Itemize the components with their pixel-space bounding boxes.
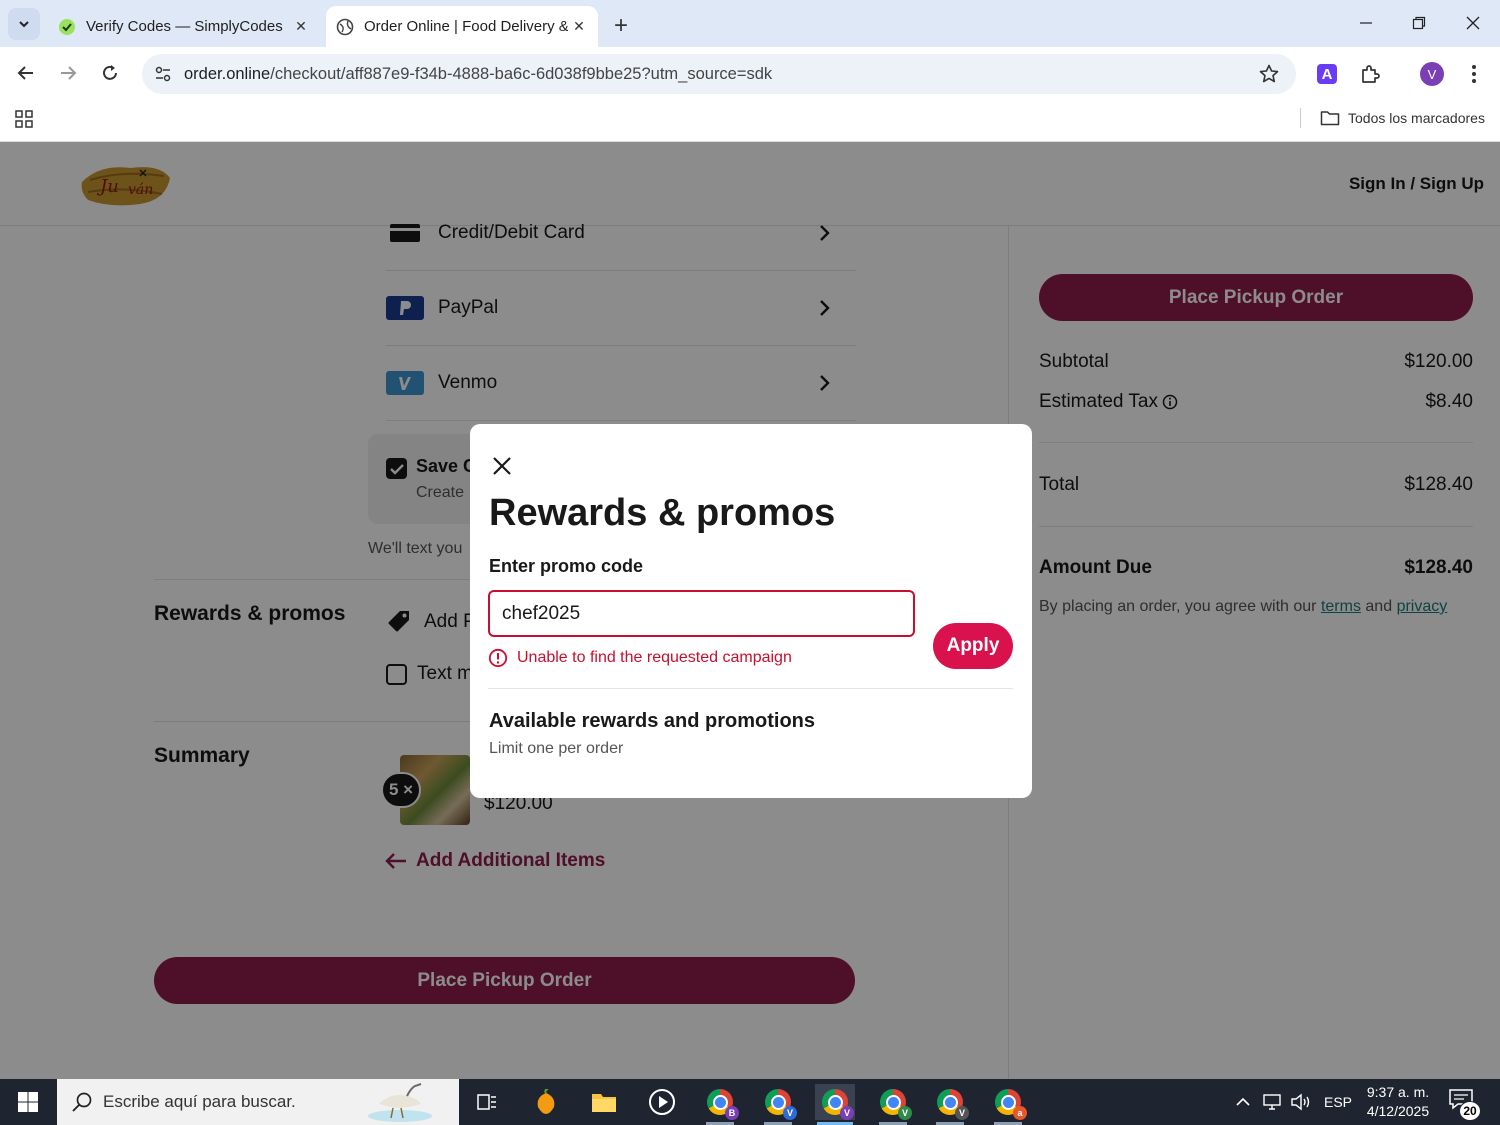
extension-a-icon: A xyxy=(1317,64,1337,84)
reload-icon xyxy=(103,65,117,80)
volume-button[interactable] xyxy=(1290,1079,1312,1125)
apply-promo-button[interactable]: Apply xyxy=(933,623,1013,669)
fruit-app-icon xyxy=(537,1089,555,1114)
tab-close-icon[interactable]: ✕ xyxy=(290,16,312,38)
taskbar-search-box[interactable]: Escribe aquí para buscar. xyxy=(57,1079,459,1125)
tab-title: Order Online | Food Delivery & xyxy=(364,18,568,35)
minimize-button[interactable] xyxy=(1346,8,1386,38)
browser-toolbar: order.online/checkout/aff887e9-f34b-4888… xyxy=(0,47,1500,97)
url-text: order.online/checkout/aff887e9-f34b-4888… xyxy=(184,64,773,83)
taskbar-chrome-profile-b[interactable]: B xyxy=(700,1084,740,1125)
simplycodes-favicon-icon xyxy=(58,18,76,36)
taskbar-chrome-profile-v1[interactable]: V xyxy=(758,1084,798,1125)
chrome-icon: V xyxy=(822,1089,854,1120)
all-bookmarks-button[interactable]: Todos los marcadores xyxy=(1320,107,1485,129)
taskbar-chrome-profile-v2[interactable]: V xyxy=(815,1084,855,1125)
tab-title: Verify Codes — SimplyCodes xyxy=(86,18,283,35)
dialog-close-button[interactable] xyxy=(488,452,516,480)
bookmark-star-icon[interactable] xyxy=(1258,63,1280,85)
extensions-button[interactable] xyxy=(1356,60,1384,88)
notification-count-badge: 20 xyxy=(1459,1101,1481,1121)
play-circle-icon xyxy=(649,1089,675,1115)
browser-tab-strip: Verify Codes — SimplyCodes ✕ Order Onlin… xyxy=(0,0,1500,47)
speaker-icon xyxy=(1291,1093,1310,1111)
reload-button[interactable] xyxy=(94,57,126,89)
clock-time: 9:37 a. m. xyxy=(1366,1084,1430,1100)
taskbar-search-placeholder: Escribe aquí para buscar. xyxy=(103,1092,296,1111)
new-tab-button[interactable]: + xyxy=(606,11,636,41)
tab-search-button[interactable] xyxy=(8,8,40,40)
restore-button[interactable] xyxy=(1399,8,1439,38)
kebab-menu-icon xyxy=(1472,65,1476,83)
clock-date: 4/12/2025 xyxy=(1366,1103,1430,1119)
promo-error-text: Unable to find the requested campaign xyxy=(517,649,792,666)
rewards-promos-dialog: Rewards & promos Enter promo code Apply … xyxy=(470,424,1032,798)
folder-icon xyxy=(1320,111,1340,126)
address-bar[interactable]: order.online/checkout/aff887e9-f34b-4888… xyxy=(142,54,1296,94)
puzzle-icon xyxy=(1362,65,1380,83)
tab-close-icon[interactable]: ✕ xyxy=(568,16,590,38)
tab-order-online[interactable]: Order Online | Food Delivery & ✕ xyxy=(326,6,598,47)
search-highlight-heron-icon xyxy=(368,1083,432,1122)
close-icon xyxy=(493,457,511,475)
all-bookmarks-label: Todos los marcadores xyxy=(1348,110,1485,126)
globe-icon xyxy=(336,18,354,36)
bookmarks-bar: Todos los marcadores xyxy=(0,97,1500,142)
error-icon xyxy=(488,648,508,668)
arrow-right-icon xyxy=(61,66,77,80)
bookmarks-divider xyxy=(1300,108,1301,128)
profile-button[interactable]: V xyxy=(1418,60,1446,88)
site-info-icon[interactable] xyxy=(152,63,174,85)
promo-code-label: Enter promo code xyxy=(489,556,644,576)
close-icon xyxy=(1466,16,1480,30)
taskbar-clock[interactable]: 9:37 a. m. 4/12/2025 xyxy=(1360,1083,1436,1121)
restore-icon xyxy=(1412,16,1426,30)
dialog-divider xyxy=(488,688,1013,689)
folder-icon xyxy=(592,1094,616,1112)
windows-logo-icon xyxy=(18,1092,38,1112)
start-button[interactable] xyxy=(0,1079,56,1125)
show-hidden-icons-button[interactable] xyxy=(1234,1079,1252,1125)
available-rewards-title: Available rewards and promotions xyxy=(489,710,816,732)
input-language-button[interactable]: ESP xyxy=(1324,1079,1352,1125)
chevron-down-icon xyxy=(19,21,29,28)
browser-menu-button[interactable] xyxy=(1460,60,1488,88)
chrome-icon: a xyxy=(995,1089,1027,1120)
network-icon xyxy=(1263,1094,1281,1110)
search-icon xyxy=(72,1092,92,1112)
chevron-up-icon xyxy=(1236,1097,1250,1106)
arrow-left-icon xyxy=(17,66,33,80)
close-window-button[interactable] xyxy=(1453,8,1493,38)
windows-taskbar: Escribe aquí para buscar. B V V V V a ES… xyxy=(0,1079,1500,1125)
back-button[interactable] xyxy=(10,57,42,89)
available-rewards-subtitle: Limit one per order xyxy=(489,740,624,757)
taskbar-app-media-player[interactable] xyxy=(642,1084,682,1120)
promo-error-message: Unable to find the requested campaign xyxy=(488,648,792,668)
apps-grid-icon[interactable] xyxy=(14,109,34,129)
promo-code-input[interactable] xyxy=(488,590,915,637)
taskbar-chrome-profile-v4[interactable]: V xyxy=(930,1084,970,1125)
tab-simplycodes[interactable]: Verify Codes — SimplyCodes ✕ xyxy=(48,6,320,47)
taskbar-chrome-profile-a[interactable]: a xyxy=(988,1084,1028,1125)
taskbar-app-file-explorer[interactable] xyxy=(584,1084,624,1120)
task-view-icon xyxy=(477,1094,496,1110)
chrome-icon: V xyxy=(937,1089,969,1120)
chrome-icon: V xyxy=(765,1089,797,1120)
forward-button[interactable] xyxy=(52,57,84,89)
taskbar-app-fl-studio[interactable] xyxy=(526,1084,566,1120)
network-button[interactable] xyxy=(1262,1079,1284,1125)
extension-a-button[interactable]: A xyxy=(1313,60,1341,88)
minimize-icon xyxy=(1360,22,1372,24)
avatar: V xyxy=(1420,62,1444,86)
chrome-icon: V xyxy=(880,1089,912,1120)
taskbar-chrome-profile-v3[interactable]: V xyxy=(873,1084,913,1125)
chrome-icon: B xyxy=(707,1089,739,1120)
task-view-button[interactable] xyxy=(467,1084,507,1120)
dialog-title: Rewards & promos xyxy=(489,492,836,534)
